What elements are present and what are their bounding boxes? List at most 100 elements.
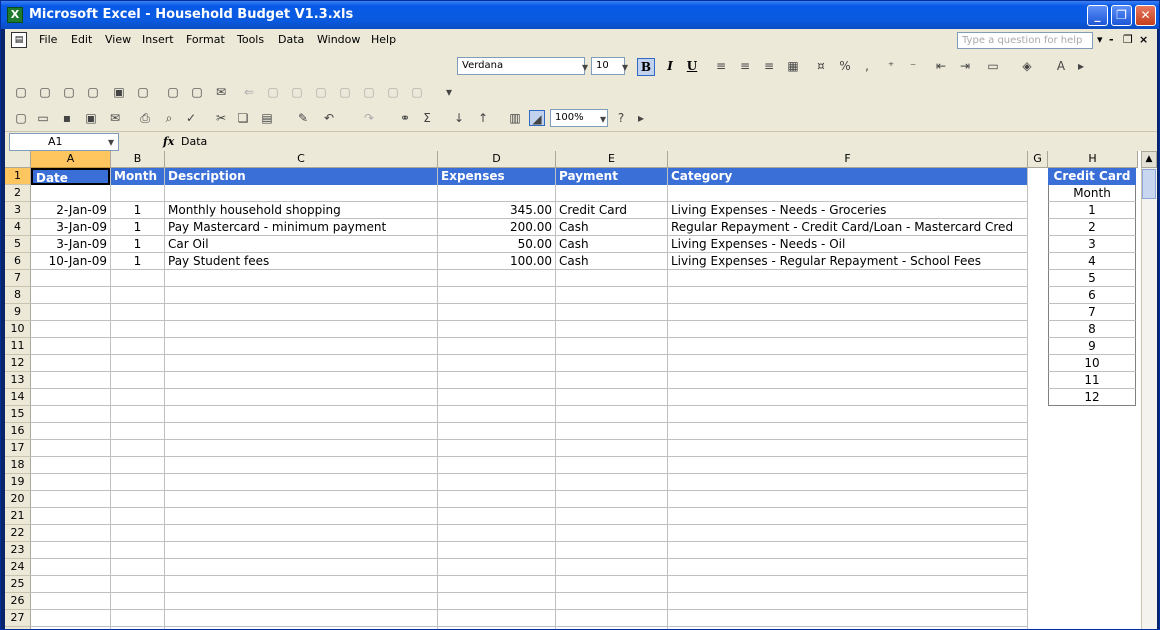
row-header-2[interactable]: 2 bbox=[5, 185, 31, 202]
cell-description[interactable]: Pay Student fees bbox=[165, 253, 437, 270]
currency-icon[interactable]: ¤ bbox=[813, 58, 829, 74]
cell-description[interactable]: Monthly household shopping bbox=[165, 202, 437, 219]
copy-icon[interactable]: ❏ bbox=[235, 110, 251, 126]
row-header-3[interactable]: 3 bbox=[5, 202, 31, 219]
borders-icon[interactable]: ▭ bbox=[985, 58, 1001, 74]
column-header-c[interactable]: C bbox=[165, 151, 438, 168]
close-button[interactable]: ✕ bbox=[1135, 5, 1156, 26]
column-header-f[interactable]: F bbox=[668, 151, 1028, 168]
header-cell-date[interactable]: Date bbox=[31, 168, 110, 185]
menu-edit[interactable]: Edit bbox=[71, 33, 92, 46]
toolbar-more-icon[interactable]: ▸ bbox=[633, 110, 649, 126]
document-icon[interactable]: ▤ bbox=[11, 32, 27, 48]
cell-category[interactable]: Living Expenses - Needs - Groceries bbox=[668, 202, 1027, 219]
row-header-23[interactable]: 23 bbox=[5, 542, 31, 559]
column-header-e[interactable]: E bbox=[556, 151, 668, 168]
row-header-27[interactable]: 27 bbox=[5, 610, 31, 627]
credit-card-month-cell[interactable]: 11 bbox=[1048, 372, 1136, 389]
row-header-1[interactable]: 1 bbox=[5, 168, 31, 185]
header-cell-payment[interactable]: Payment bbox=[556, 168, 667, 185]
sort-ascending-icon[interactable]: ↓ bbox=[451, 110, 467, 126]
row-header-5[interactable]: 5 bbox=[5, 236, 31, 253]
select-all-corner[interactable] bbox=[5, 151, 31, 168]
row-header-11[interactable]: 11 bbox=[5, 338, 31, 355]
cell-month[interactable]: 1 bbox=[111, 236, 164, 253]
row-header-4[interactable]: 4 bbox=[5, 219, 31, 236]
new-comment-icon[interactable]: ▢ bbox=[13, 84, 29, 100]
menu-insert[interactable]: Insert bbox=[142, 33, 174, 46]
review-icon-4[interactable]: ▢ bbox=[85, 84, 101, 100]
scrollbar-thumb[interactable] bbox=[1142, 169, 1156, 199]
cell-category[interactable]: Living Expenses - Regular Repayment - Sc… bbox=[668, 253, 1027, 270]
paste-icon[interactable]: ▤ bbox=[259, 110, 275, 126]
cell-category[interactable]: Regular Repayment - Credit Card/Loan - M… bbox=[668, 219, 1027, 236]
cell-month[interactable]: 1 bbox=[111, 253, 164, 270]
fx-icon[interactable]: fx bbox=[163, 135, 174, 148]
cell-date[interactable]: 2-Jan-09 bbox=[31, 202, 110, 219]
row-header-24[interactable]: 24 bbox=[5, 559, 31, 576]
align-center-icon[interactable]: ≡ bbox=[737, 58, 753, 74]
credit-card-month-cell[interactable]: 8 bbox=[1048, 321, 1136, 338]
drawing-icon[interactable]: ◢ bbox=[529, 110, 545, 126]
send-mail-icon[interactable]: ✉ bbox=[213, 84, 229, 100]
row-header-14[interactable]: 14 bbox=[5, 389, 31, 406]
excel-app-icon[interactable]: X bbox=[7, 7, 23, 23]
cell-date[interactable]: 3-Jan-09 bbox=[31, 236, 110, 253]
column-header-h[interactable]: H bbox=[1048, 151, 1138, 168]
review-icon-5[interactable]: ▣ bbox=[111, 84, 127, 100]
autosum-icon[interactable]: Σ bbox=[419, 110, 435, 126]
spelling-icon[interactable]: ✓ bbox=[183, 110, 199, 126]
help-icon[interactable]: ? bbox=[613, 110, 629, 126]
email-icon[interactable]: ✉ bbox=[107, 110, 123, 126]
header-cell-description[interactable]: Description bbox=[165, 168, 437, 185]
comma-style-icon[interactable]: , bbox=[859, 58, 875, 74]
menu-view[interactable]: View bbox=[105, 33, 131, 46]
help-dropdown-arrow-icon[interactable]: ▾ bbox=[1097, 33, 1103, 46]
toolbar-options-icon[interactable]: ▸ bbox=[1073, 58, 1089, 74]
align-left-icon[interactable]: ≡ bbox=[713, 58, 729, 74]
row-header-18[interactable]: 18 bbox=[5, 457, 31, 474]
header-cell-expenses[interactable]: Expenses bbox=[438, 168, 555, 185]
cell-payment[interactable]: Cash bbox=[556, 219, 667, 236]
cell-expenses[interactable]: 200.00 bbox=[438, 219, 555, 236]
formula-content[interactable]: Data bbox=[181, 135, 207, 148]
chart-wizard-icon[interactable]: ▥ bbox=[507, 110, 523, 126]
zoom-dropdown-icon[interactable]: ▾ bbox=[595, 111, 611, 127]
name-box-dropdown-icon[interactable]: ▾ bbox=[103, 134, 119, 150]
row-header-26[interactable]: 26 bbox=[5, 593, 31, 610]
save-icon[interactable]: ▪ bbox=[59, 110, 75, 126]
credit-card-month-cell[interactable]: 1 bbox=[1048, 202, 1136, 219]
menu-file[interactable]: File bbox=[39, 33, 57, 46]
row-header-15[interactable]: 15 bbox=[5, 406, 31, 423]
row-header-19[interactable]: 19 bbox=[5, 474, 31, 491]
credit-card-month-cell[interactable]: 2 bbox=[1048, 219, 1136, 236]
permission-icon[interactable]: ▣ bbox=[83, 110, 99, 126]
menu-tools[interactable]: Tools bbox=[237, 33, 264, 46]
row-header-6[interactable]: 6 bbox=[5, 253, 31, 270]
column-header-g[interactable]: G bbox=[1028, 151, 1048, 168]
scroll-up-icon[interactable]: ▲ bbox=[1141, 151, 1157, 168]
worksheet-grid[interactable]: ▲ A B C D E F G H 1 2 3 4 5 6 7 8 9 10 11 12 13 14 15 16 17 18 19 2… bbox=[5, 151, 1157, 629]
review-icon-8[interactable]: ▢ bbox=[189, 84, 205, 100]
doc-minimize-icon[interactable]: - bbox=[1109, 33, 1114, 46]
credit-card-month-cell[interactable]: 5 bbox=[1048, 270, 1136, 287]
bold-button[interactable]: B bbox=[637, 58, 655, 76]
print-icon[interactable]: ⎙ bbox=[137, 110, 153, 126]
cell-payment[interactable]: Cash bbox=[556, 253, 667, 270]
column-header-d[interactable]: D bbox=[438, 151, 556, 168]
cell-description[interactable]: Car Oil bbox=[165, 236, 437, 253]
title-bar[interactable]: X Microsoft Excel - Household Budget V1.… bbox=[1, 1, 1159, 29]
cell-expenses[interactable]: 50.00 bbox=[438, 236, 555, 253]
redo-icon[interactable]: ↷ bbox=[361, 110, 377, 126]
credit-card-month-cell[interactable]: 6 bbox=[1048, 287, 1136, 304]
print-preview-icon[interactable]: ⌕ bbox=[161, 110, 177, 126]
credit-card-month-cell[interactable]: 10 bbox=[1048, 355, 1136, 372]
credit-card-month-cell[interactable]: 3 bbox=[1048, 236, 1136, 253]
increase-indent-icon[interactable]: ⇥ bbox=[957, 58, 973, 74]
cell-month[interactable]: 1 bbox=[111, 219, 164, 236]
increase-decimal-icon[interactable]: ⁺ bbox=[883, 58, 899, 74]
review-icon-2[interactable]: ▢ bbox=[37, 84, 53, 100]
cell-category[interactable]: Living Expenses - Needs - Oil bbox=[668, 236, 1027, 253]
row-header-22[interactable]: 22 bbox=[5, 525, 31, 542]
review-icon-3[interactable]: ▢ bbox=[61, 84, 77, 100]
